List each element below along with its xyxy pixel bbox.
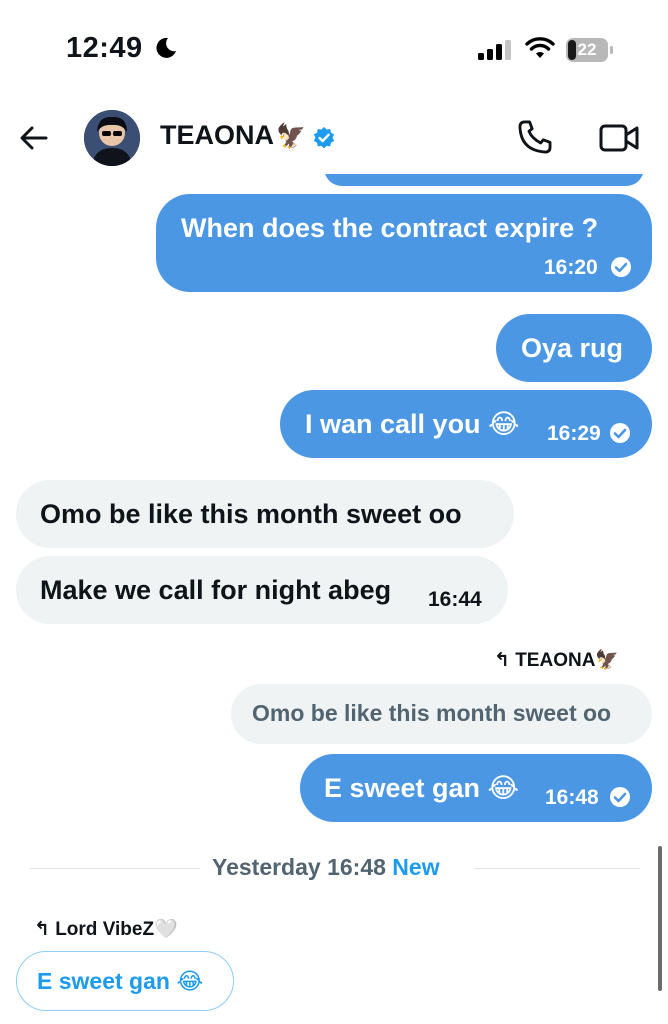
- message-bubble[interactable]: Make we call for night abeg 16:44: [16, 556, 508, 624]
- message-bubble[interactable]: I wan call you 😂 16:29: [280, 390, 652, 458]
- draft-reply-to-label: ↰ Lord VibeZ🤍: [34, 919, 178, 940]
- message-bubble[interactable]: Oya rug: [496, 314, 652, 382]
- date-divider: Yesterday 16:48 New: [212, 854, 440, 881]
- battery-percent: 22: [577, 40, 597, 59]
- draft-message[interactable]: E sweet gan 😂: [16, 951, 234, 1011]
- scrollbar[interactable]: [658, 846, 662, 991]
- message-text: When does the contract expire ?: [181, 213, 599, 243]
- video-icon[interactable]: [598, 120, 640, 156]
- signal-icon: [478, 40, 511, 60]
- message-timestamp: 16:44: [428, 588, 482, 611]
- date-divider-label: Yesterday 16:48: [212, 854, 386, 880]
- message-bubble[interactable]: Omo be like this month sweet oo: [16, 480, 514, 548]
- divider-line-left: [30, 868, 200, 869]
- message-bubble[interactable]: E sweet gan 😂 16:48: [300, 754, 652, 822]
- quoted-message-text: Omo be like this month sweet oo: [252, 700, 612, 726]
- message-text: Oya rug: [521, 333, 624, 363]
- battery-icon: 22: [566, 38, 614, 62]
- status-bar: 12:49 22: [0, 0, 668, 100]
- message-timestamp: 16:48: [545, 786, 599, 809]
- message-timestamp: 16:20: [544, 256, 598, 279]
- read-receipt-icon: [610, 423, 630, 443]
- message-timestamp: 16:29: [547, 422, 601, 445]
- message-text: E sweet gan 😂: [324, 773, 520, 803]
- new-badge: New: [392, 854, 440, 880]
- eagle-emoji: 🦅: [276, 123, 306, 150]
- message-text: I wan call you 😂: [305, 409, 520, 439]
- draft-message-text: E sweet gan 😂: [37, 968, 204, 994]
- wifi-icon: [525, 37, 555, 58]
- message-bubble[interactable]: When does the contract expire ? 16:20: [156, 194, 652, 292]
- reply-to-label: ↰ TEAONA🦅: [494, 650, 620, 671]
- read-receipt-icon: [610, 787, 630, 807]
- moon-icon: [156, 37, 176, 58]
- phone-icon[interactable]: [516, 118, 554, 156]
- back-arrow-icon[interactable]: [18, 122, 50, 154]
- contact-name-text: TEAONA: [160, 120, 274, 150]
- conversation-header: TEAONA🦅: [0, 100, 668, 174]
- status-time: 12:49: [66, 32, 143, 64]
- read-receipt-icon: [611, 257, 631, 277]
- divider-line-right: [474, 868, 640, 869]
- message-text: Omo be like this month sweet oo: [40, 499, 462, 529]
- avatar[interactable]: [84, 110, 140, 166]
- message-text: Make we call for night abeg: [40, 575, 392, 605]
- verified-badge-icon: [313, 127, 335, 149]
- quoted-message[interactable]: Omo be like this month sweet oo: [231, 684, 652, 744]
- contact-name[interactable]: TEAONA🦅: [160, 120, 306, 151]
